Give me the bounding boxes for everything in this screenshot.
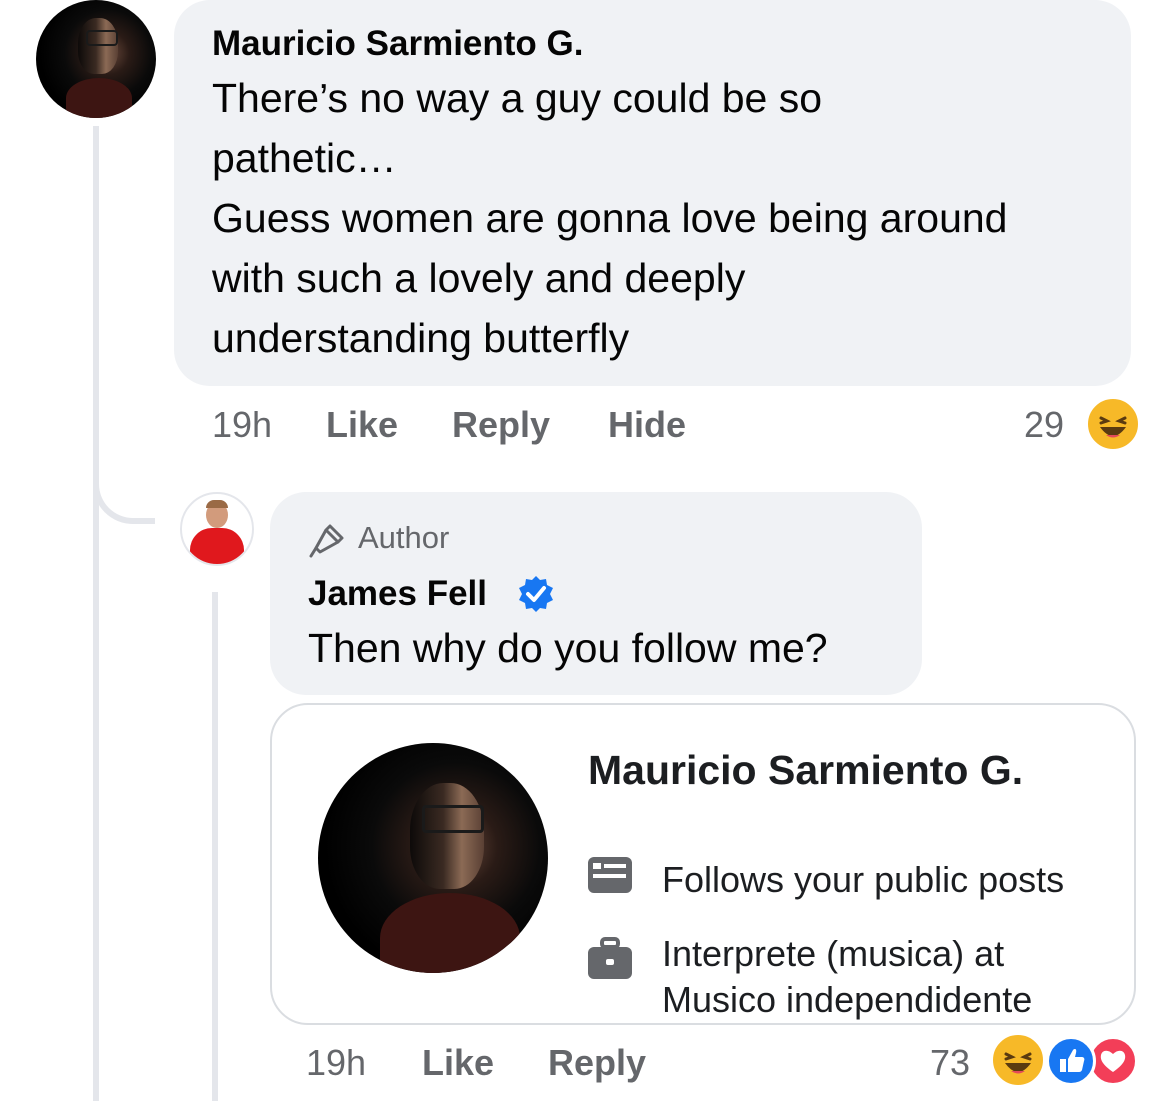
reply-bubble: Author James Fell Then why do you follow… (270, 492, 922, 695)
reply-author-name[interactable]: James Fell (308, 574, 487, 614)
reply-timestamp[interactable]: 19h (306, 1042, 366, 1084)
reaction-count[interactable]: 29 (1024, 404, 1064, 446)
card-avatar-glasses (422, 805, 484, 833)
comment-text-line: pathetic… (212, 135, 397, 181)
thread-branch-curve (93, 440, 155, 524)
avatar-face (78, 18, 118, 74)
avatar[interactable] (180, 492, 254, 566)
avatar[interactable] (36, 0, 156, 118)
comment-text: There’s no way a guy could be so patheti… (212, 68, 1112, 368)
like-button[interactable]: Like (422, 1042, 494, 1084)
work-text-line: Musico independidente (662, 979, 1033, 1020)
reply-text: Then why do you follow me? (308, 625, 828, 671)
thread-line-reply (212, 592, 218, 1101)
haha-icon[interactable] (1085, 396, 1141, 452)
comment-author-name[interactable]: Mauricio Sarmiento G. (212, 24, 583, 64)
thread-line-main (93, 126, 99, 1101)
verified-badge-icon (516, 574, 556, 619)
haha-icon[interactable] (990, 1032, 1046, 1088)
profile-card-image[interactable]: Mauricio Sarmiento G. Follows your publi… (270, 703, 1136, 1025)
briefcase-icon (586, 937, 634, 988)
author-badge-label: Author (358, 520, 450, 555)
follow-feed-icon (586, 853, 634, 902)
comment-bubble: Mauricio Sarmiento G. There’s no way a g… (174, 0, 1131, 386)
comment-text-line: understanding butterfly (212, 315, 630, 361)
comment-text-line: with such a lovely and deeply (212, 255, 746, 301)
follows-text: Follows your public posts (662, 859, 1065, 900)
avatar-shirt (66, 78, 132, 118)
card-profile-name: Mauricio Sarmiento G. (588, 747, 1024, 793)
like-icon[interactable] (1046, 1036, 1096, 1086)
microphone-icon (308, 522, 348, 565)
work-text: Interprete (musica) at Musico independid… (662, 931, 1032, 1023)
like-button[interactable]: Like (326, 404, 398, 446)
avatar-shirt (190, 528, 244, 564)
comment-text-line: Guess women are gonna love being around (212, 195, 1008, 241)
comment-timestamp[interactable]: 19h (212, 404, 272, 446)
comment-text-line: There’s no way a guy could be so (212, 75, 823, 121)
card-avatar-face (410, 783, 484, 889)
card-avatar (318, 743, 548, 973)
hide-button[interactable]: Hide (608, 404, 686, 446)
avatar-hair (206, 500, 228, 508)
work-text-line: Interprete (musica) at (662, 933, 1005, 974)
reaction-count[interactable]: 73 (930, 1042, 970, 1084)
card-avatar-shirt (380, 893, 520, 973)
reply-button[interactable]: Reply (548, 1042, 646, 1084)
avatar-glasses (86, 30, 118, 46)
reply-button[interactable]: Reply (452, 404, 550, 446)
